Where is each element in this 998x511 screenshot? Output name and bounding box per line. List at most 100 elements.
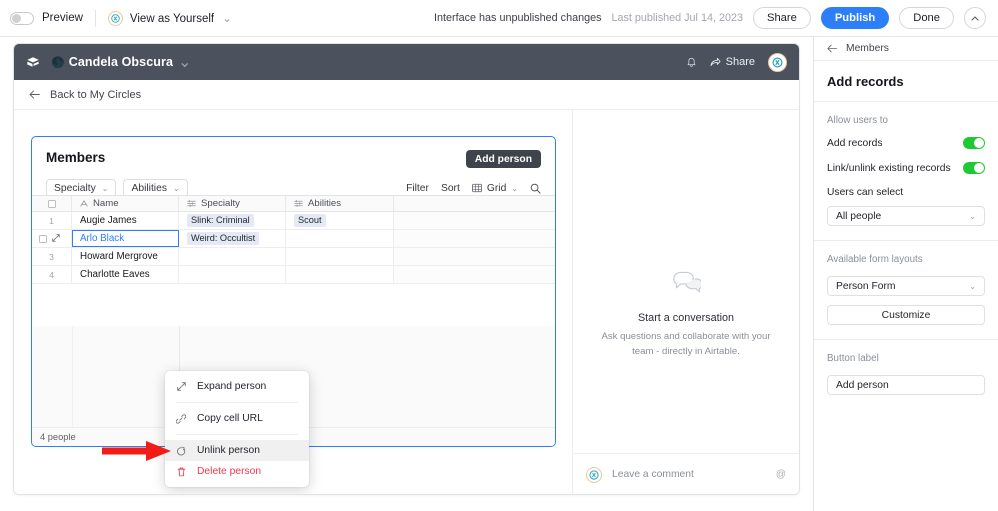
context-menu-item-copy-cell-url[interactable]: Copy cell URL [165,408,309,429]
collapse-toolbar-button[interactable] [964,7,986,29]
chevron-down-icon: ⌄ [101,183,109,193]
context-menu-label: Delete person [197,466,262,477]
context-menu-item-expand-person[interactable]: Expand person [165,376,309,397]
cell-context-menu: Expand person Copy cell URL Unlink perso… [165,371,309,487]
toggle-knob [974,138,984,148]
avatar-glyph-icon [772,56,783,68]
cell-specialty[interactable]: Slink: Criminal [179,212,286,229]
row-number: 1 [32,212,72,229]
app-avatar[interactable] [768,52,787,72]
cell-abilities[interactable] [286,266,394,283]
base-chevron-down-icon[interactable]: ⌄ [178,52,191,72]
toggle-add-records[interactable] [963,137,985,149]
select-all-checkbox[interactable] [47,199,56,208]
setting-label-link-unlink: Link/unlink existing records [827,162,951,174]
customize-button[interactable]: Customize [827,305,985,325]
comment-input-placeholder[interactable]: Leave a comment [612,469,694,480]
mention-icon[interactable]: @ [776,469,786,480]
breadcrumb: Back to My Circles [14,80,799,110]
done-button[interactable]: Done [899,7,954,29]
base-emoji: 🌑 [51,56,65,69]
cell-name[interactable]: Howard Mergrove [72,248,179,265]
column-header-blank [394,196,555,211]
form-layout-dropdown[interactable]: Person Form ⌄ [827,276,985,296]
grid-block-header: Members Add person Specialty ⌄ Abilities… [32,137,555,197]
table-row[interactable]: Arlo Black Weird: Occultist [32,230,555,248]
sort-button[interactable]: Sort [441,183,460,194]
button-label-input[interactable]: Add person [827,375,985,395]
cell-blank [394,212,555,229]
add-person-button[interactable]: Add person [465,150,541,168]
settings-breadcrumb[interactable]: Members [814,37,998,61]
column-header-abilities[interactable]: Abilities [286,196,394,211]
preview-toggle-knob [12,13,21,23]
interface-preview-card: 🌑 Candela Obscura ⌄ Share Back to My Cir… [13,43,800,495]
filter-chip-specialty-label: Specialty [54,182,96,194]
red-arrow-icon [102,441,171,461]
expand-icon [176,382,186,391]
column-header-specialty-label: Specialty [201,198,240,209]
conversation-pane: Start a conversation Ask questions and c… [572,110,799,494]
preview-toggle[interactable] [10,11,34,25]
share-icon [710,57,721,67]
view-as-button[interactable]: View as Yourself ⌄ [130,11,232,25]
avatar [107,10,123,26]
link-icon [176,413,186,424]
column-header-name[interactable]: Name [72,196,179,211]
row-select-cell[interactable] [32,230,72,247]
filter-button[interactable]: Filter [406,183,429,194]
share-button[interactable]: Share [752,7,811,29]
search-icon [530,183,541,194]
row-number: 3 [32,248,72,265]
chevron-down-icon: ⌄ [511,183,518,193]
notifications-bell-icon[interactable] [686,57,697,68]
cell-specialty[interactable]: Weird: Occultist [179,230,286,247]
context-menu-item-delete-person[interactable]: Delete person [165,461,309,482]
back-to-my-circles-link[interactable]: Back to My Circles [29,89,141,101]
toggle-link-unlink-records[interactable] [963,162,985,174]
app-header-actions: Share [686,52,787,72]
unpublished-status: Interface has unpublished changes [434,12,602,24]
chevron-down-icon: ⌄ [969,281,976,291]
cell-specialty[interactable] [179,266,286,283]
column-header-specialty[interactable]: Specialty [179,196,286,211]
publish-button[interactable]: Publish [820,7,890,29]
chevron-up-icon [971,15,979,21]
trash-glyph-icon [177,467,185,476]
context-menu-label: Expand person [197,381,267,392]
expand-glyph-icon [176,382,186,391]
select-all-cell[interactable] [32,196,72,211]
cell-name[interactable]: Augie James [72,212,179,229]
view-switcher-button[interactable]: Grid ⌄ [471,183,518,194]
app-share-label: Share [725,56,755,68]
annotation-arrow [102,440,172,467]
context-menu-label: Copy cell URL [197,413,263,424]
chevron-down-icon: ⌄ [222,13,232,25]
column-header-abilities-label: Abilities [308,198,342,209]
expand-record-icon[interactable] [52,233,60,244]
setting-row-add-records: Add records [827,137,985,149]
table-row[interactable]: 3 Howard Mergrove [32,248,555,266]
cell-abilities[interactable]: Scout [286,212,394,229]
cell-name[interactable]: Charlotte Eaves [72,266,179,283]
row-checkbox[interactable] [39,234,47,243]
cell-abilities[interactable] [286,248,394,265]
table-row[interactable]: 1 Augie James Slink: Criminal Scout [32,212,555,230]
cell-specialty[interactable] [179,248,286,265]
conversation-empty-title: Start a conversation [637,312,735,324]
app-share-button[interactable]: Share [710,56,755,68]
canvas-body: Members Add person Specialty ⌄ Abilities… [14,110,799,494]
context-menu-separator [176,402,298,403]
cell-name[interactable]: Arlo Black [72,230,179,247]
linked-record-glyph-icon [294,200,303,207]
cell-abilities[interactable] [286,230,394,247]
users-can-select-dropdown[interactable]: All people ⌄ [827,206,985,226]
linked-record-icon [294,200,303,207]
form-layouts-section: Available form layouts Person Form ⌄ Cus… [814,241,998,340]
app-header: 🌑 Candela Obscura ⌄ Share [14,44,799,80]
comment-composer[interactable]: Leave a comment @ [573,453,799,494]
table-row[interactable]: 4 Charlotte Eaves [32,266,555,284]
page-title: Members [46,150,106,165]
search-button[interactable] [530,183,541,194]
context-menu-item-unlink-person[interactable]: Unlink person [165,440,309,461]
